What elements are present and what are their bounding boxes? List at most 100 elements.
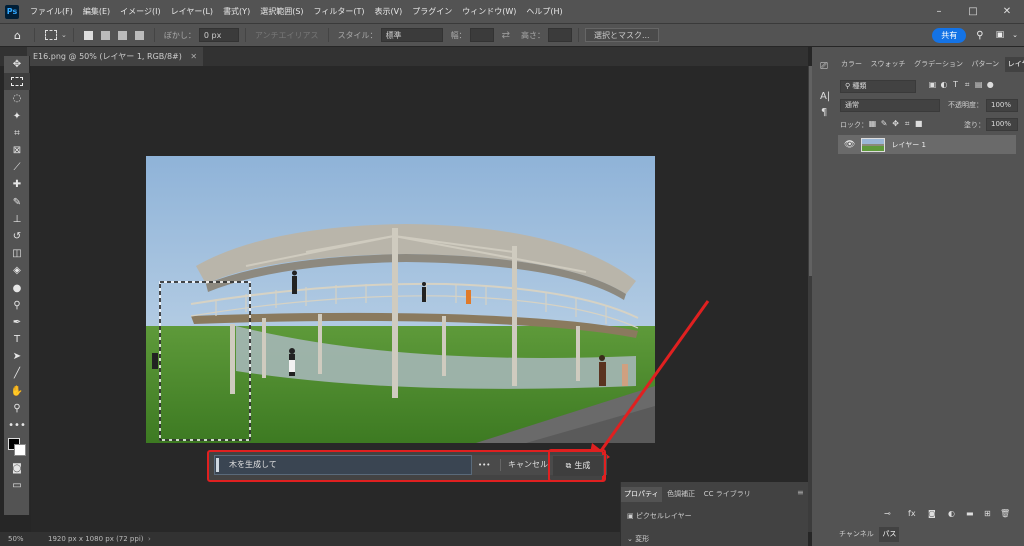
path-selection-tool-icon[interactable]: ➤ bbox=[4, 348, 30, 365]
tab-layers[interactable]: レイヤー bbox=[1004, 57, 1024, 72]
brush-tool-icon[interactable]: ✎ bbox=[4, 194, 30, 211]
chevron-down-icon[interactable]: ⌄ bbox=[1012, 31, 1018, 39]
delete-layer-icon[interactable]: 🗑 bbox=[1000, 509, 1010, 518]
quick-mask-icon[interactable]: ◙ bbox=[4, 460, 30, 477]
paragraph-panel-icon[interactable]: ¶ bbox=[821, 107, 827, 118]
layer-style-icon[interactable]: fx bbox=[908, 509, 916, 518]
history-brush-tool-icon[interactable]: ↺ bbox=[4, 228, 30, 245]
search-icon[interactable]: ⚲ bbox=[976, 30, 983, 41]
menu-plugins[interactable]: プラグイン bbox=[407, 6, 457, 17]
document-image[interactable] bbox=[146, 156, 655, 443]
filter-toggle-icon[interactable]: ● bbox=[986, 80, 995, 89]
more-tools-icon[interactable]: ••• bbox=[4, 417, 30, 434]
shape-filter-icon[interactable]: ⌗ bbox=[963, 80, 972, 89]
generate-button[interactable]: ⧉ 生成 bbox=[553, 456, 603, 476]
layer-filter-select[interactable]: ⚲ 種類 bbox=[840, 80, 916, 93]
history-panel-icon[interactable]: ⎚ bbox=[820, 61, 828, 72]
opacity-input[interactable]: 100% bbox=[986, 99, 1018, 112]
tab-cc-libraries[interactable]: CC ライブラリ bbox=[701, 487, 754, 502]
marquee-tool-preset-icon[interactable] bbox=[45, 30, 57, 40]
maximize-button[interactable]: □ bbox=[956, 6, 990, 17]
adjustment-layer-icon[interactable]: ◐ bbox=[948, 509, 955, 518]
panel-menu-icon[interactable]: ≡ bbox=[797, 488, 804, 497]
adjustment-filter-icon[interactable]: ◐ bbox=[940, 80, 949, 89]
minimize-button[interactable]: – bbox=[922, 6, 956, 17]
tab-gradients[interactable]: グラデーション bbox=[911, 57, 966, 72]
tab-paths[interactable]: パス bbox=[879, 527, 900, 542]
lock-transparency-icon[interactable]: ▦ bbox=[868, 119, 877, 128]
home-icon[interactable]: ⌂ bbox=[14, 29, 28, 42]
workspace-icon[interactable]: ▣ bbox=[996, 30, 1005, 40]
paint-bucket-tool-icon[interactable]: ◈ bbox=[4, 262, 30, 279]
subtract-selection-icon[interactable] bbox=[117, 30, 127, 40]
eraser-tool-icon[interactable]: ◫ bbox=[4, 245, 30, 262]
line-tool-icon[interactable]: ╱ bbox=[4, 365, 30, 382]
color-swatches[interactable] bbox=[4, 434, 30, 460]
intersect-selection-icon[interactable] bbox=[134, 30, 144, 40]
healing-brush-tool-icon[interactable]: ✚ bbox=[4, 176, 30, 193]
tab-patterns[interactable]: パターン bbox=[969, 57, 1003, 72]
menu-file[interactable]: ファイル(F) bbox=[25, 6, 78, 17]
menu-image[interactable]: イメージ(I) bbox=[115, 6, 165, 17]
menu-type[interactable]: 書式(Y) bbox=[218, 6, 255, 17]
background-color-swatch[interactable] bbox=[14, 444, 26, 457]
clone-stamp-tool-icon[interactable]: ⊥ bbox=[4, 211, 30, 228]
lasso-tool-icon[interactable]: ◌ bbox=[4, 90, 30, 107]
new-layer-icon[interactable]: ⊞ bbox=[984, 509, 991, 518]
style-select[interactable]: 標準 bbox=[380, 28, 443, 42]
close-window-button[interactable]: ✕ bbox=[990, 6, 1024, 17]
layer-name[interactable]: レイヤー 1 bbox=[891, 140, 925, 150]
height-input[interactable] bbox=[547, 28, 572, 42]
menu-window[interactable]: ウィンドウ(W) bbox=[457, 6, 521, 17]
menu-view[interactable]: 表示(V) bbox=[370, 6, 408, 17]
cancel-button[interactable]: キャンセル bbox=[508, 455, 548, 475]
layer-row[interactable]: 👁 レイヤー 1 bbox=[838, 135, 1016, 154]
zoom-level[interactable]: 50% bbox=[8, 532, 24, 546]
generative-prompt-input[interactable]: 木を生成して bbox=[214, 455, 472, 475]
swap-icon[interactable]: ⇄ bbox=[502, 30, 510, 41]
menu-filter[interactable]: フィルター(T) bbox=[309, 6, 370, 17]
chevron-right-icon[interactable]: › bbox=[148, 532, 151, 546]
lock-all-icon[interactable]: ■ bbox=[914, 119, 923, 128]
smart-object-filter-icon[interactable]: ▤ bbox=[974, 80, 983, 89]
tab-adjustments[interactable]: 色調補正 bbox=[664, 487, 698, 502]
move-tool-icon[interactable]: ✥ bbox=[4, 56, 30, 73]
lock-image-icon[interactable]: ✎ bbox=[880, 119, 889, 128]
pen-tool-icon[interactable]: ✒ bbox=[4, 314, 30, 331]
share-button[interactable]: 共有 bbox=[932, 27, 967, 43]
dodge-tool-icon[interactable]: ⚲ bbox=[4, 297, 30, 314]
lock-position-icon[interactable]: ✥ bbox=[891, 119, 900, 128]
pixel-filter-icon[interactable]: ▣ bbox=[928, 80, 937, 89]
add-to-selection-icon[interactable] bbox=[100, 30, 110, 40]
select-and-mask-button[interactable]: 選択とマスク... bbox=[584, 28, 659, 42]
width-input[interactable] bbox=[469, 28, 494, 42]
magic-wand-tool-icon[interactable]: ✦ bbox=[4, 108, 30, 125]
type-tool-icon[interactable]: T bbox=[4, 331, 30, 348]
add-mask-icon[interactable]: ◙ bbox=[928, 509, 936, 518]
feather-input[interactable]: 0 px bbox=[198, 28, 239, 42]
fill-input[interactable]: 100% bbox=[986, 118, 1018, 131]
menu-help[interactable]: ヘルプ(H) bbox=[521, 6, 567, 17]
blend-mode-select[interactable]: 通常 bbox=[840, 99, 940, 112]
blur-tool-icon[interactable]: ● bbox=[4, 279, 30, 296]
transform-section[interactable]: ⌄ 変形 bbox=[627, 534, 649, 544]
tab-swatches[interactable]: スウォッチ bbox=[868, 57, 909, 72]
rectangular-marquee-tool-icon[interactable] bbox=[4, 73, 30, 91]
screen-mode-icon[interactable]: ▭ bbox=[4, 477, 30, 494]
tab-channels[interactable]: チャンネル bbox=[836, 527, 877, 542]
more-options-button[interactable]: ••• bbox=[478, 455, 490, 475]
menu-layer[interactable]: レイヤー(L) bbox=[166, 6, 218, 17]
document-tab[interactable]: E16.png @ 50% (レイヤー 1, RGB/8#) ✕ bbox=[27, 47, 204, 66]
hand-tool-icon[interactable]: ✋ bbox=[4, 383, 30, 400]
new-selection-icon[interactable] bbox=[83, 30, 93, 40]
menu-select[interactable]: 選択範囲(S) bbox=[255, 6, 308, 17]
antialias-checkbox[interactable]: アンチエイリアス bbox=[255, 30, 319, 41]
eyedropper-tool-icon[interactable]: ⟋ bbox=[4, 159, 30, 176]
new-group-icon[interactable]: ▬ bbox=[966, 509, 974, 518]
close-tab-icon[interactable]: ✕ bbox=[190, 52, 197, 61]
tab-properties[interactable]: プロパティ bbox=[621, 487, 662, 502]
character-panel-icon[interactable]: A| bbox=[820, 91, 830, 102]
type-filter-icon[interactable]: T bbox=[951, 80, 960, 89]
zoom-tool-icon[interactable]: ⚲ bbox=[4, 400, 30, 417]
tab-color[interactable]: カラー bbox=[838, 57, 865, 72]
